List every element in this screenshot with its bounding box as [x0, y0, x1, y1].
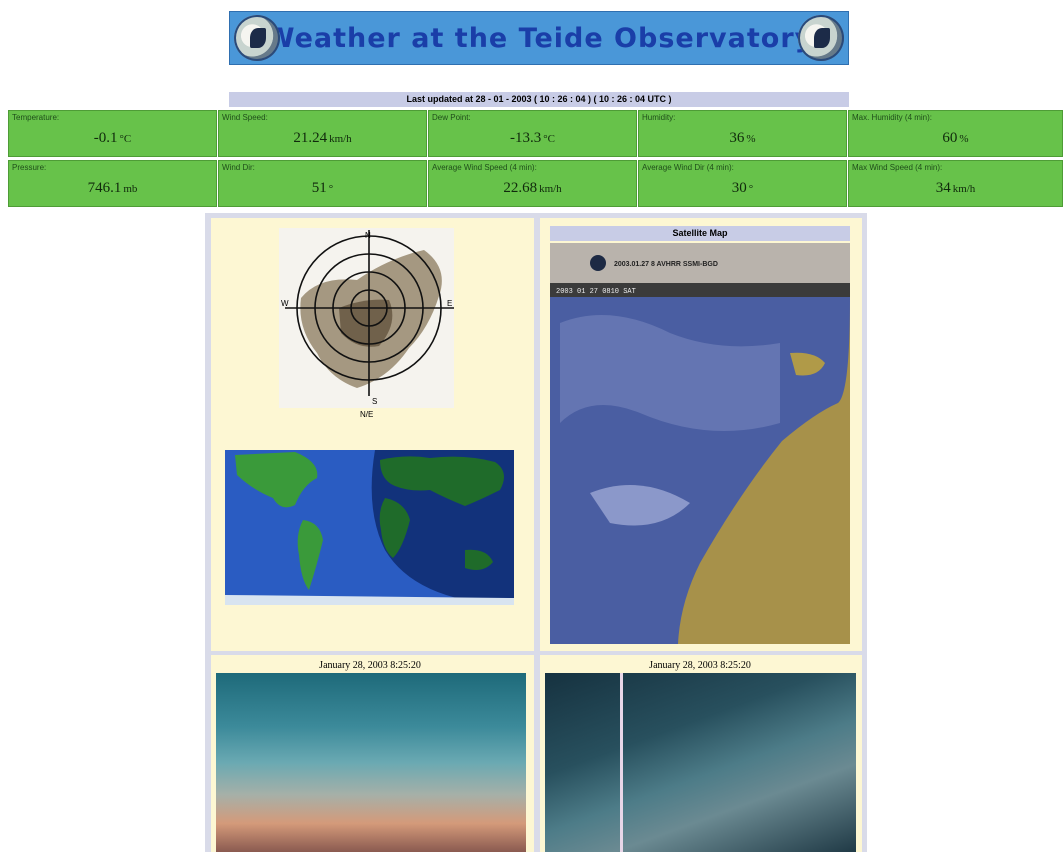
- cell-value: 34 km/h: [935, 180, 976, 196]
- cell-value: 60%: [942, 130, 969, 146]
- webcam-left-image: [216, 673, 526, 852]
- cell-label: Pressure:: [12, 163, 47, 172]
- page-title: Weather at the Teide Observatory: [264, 22, 814, 54]
- cell-value: 51 °: [311, 180, 334, 196]
- wind-rose-e-label: E: [447, 299, 452, 308]
- cell-label: Wind Dir:: [222, 163, 255, 172]
- cell-pressure: Pressure: 746.1 mb: [8, 160, 217, 207]
- cell-value: 746.1 mb: [87, 180, 138, 196]
- measurements-grid: Temperature: -0.1 °C Wind Speed: 21.24 km/…: [8, 110, 1063, 210]
- last-updated-bar: Last updated at 28 - 01 - 2003 ( 10 : 26…: [229, 92, 849, 107]
- cell-value: 21.24 km/h: [293, 130, 352, 146]
- cell-value: 30 °: [731, 180, 754, 196]
- cell-value: -0.1 °C: [93, 130, 132, 146]
- wind-rose-chart: N E S W: [279, 228, 454, 408]
- cell-wind-speed: Wind Speed: 21.24 km/h: [218, 110, 427, 157]
- cell-label: Humidity:: [642, 113, 676, 122]
- observatory-logo-right-icon: [798, 15, 844, 61]
- cell-label: Wind Speed:: [222, 113, 268, 122]
- cell-label: Max Wind Speed (4 min):: [852, 163, 943, 172]
- cell-label: Max. Humidity (4 min):: [852, 113, 933, 122]
- webcam-left-caption: January 28, 2003 8:25:20: [319, 660, 421, 671]
- cell-value: -13.3 °C: [510, 130, 555, 146]
- wind-rose-w-label: W: [281, 299, 289, 308]
- cell-value: 22.68 km/h: [503, 180, 562, 196]
- webcam-right-image: [545, 673, 856, 852]
- webcam-artifact-line: [620, 673, 623, 852]
- satellite-map-title: Satellite Map: [550, 226, 850, 241]
- cell-label: Average Wind Dir (4 min):: [642, 163, 734, 172]
- day-night-world-map: [225, 450, 514, 605]
- cell-wind-dir: Wind Dir: 51 °: [218, 160, 427, 207]
- wind-rose-n-label: N: [365, 231, 371, 240]
- cell-humidity: Humidity: 36%: [638, 110, 847, 157]
- cell-label: Average Wind Speed (4 min):: [432, 163, 537, 172]
- satellite-logo-icon: [590, 255, 606, 271]
- cell-label: Temperature:: [12, 113, 60, 122]
- satellite-strip-text: 2003 01 27 0810 SAT: [556, 288, 636, 296]
- cell-dew-point: Dew Point: -13.3 °C: [428, 110, 637, 157]
- wind-rose-s-label: S: [372, 397, 377, 406]
- title-banner: Weather at the Teide Observatory: [229, 11, 849, 65]
- wind-rose-caption: N/E: [360, 410, 374, 419]
- observatory-logo-left-icon: [234, 15, 280, 61]
- cell-temperature: Temperature: -0.1 °C: [8, 110, 217, 157]
- cell-max-humidity: Max. Humidity (4 min): 60%: [848, 110, 1063, 157]
- webcam-right-caption: January 28, 2003 8:25:20: [649, 660, 751, 671]
- cell-average-wind-speed: Average Wind Speed (4 min): 22.68 km/h: [428, 160, 637, 207]
- cell-max-wind-speed: Max Wind Speed (4 min): 34 km/h: [848, 160, 1063, 207]
- cell-label: Dew Point:: [432, 113, 471, 122]
- cell-value: 36%: [729, 130, 756, 146]
- cell-average-wind-dir: Average Wind Dir (4 min): 30 °: [638, 160, 847, 207]
- satellite-image: 2003.01.27 8 AVHRR SSMI-BGD 2003 01 27 0…: [550, 243, 850, 644]
- satellite-header-text: 2003.01.27 8 AVHRR SSMI-BGD: [614, 261, 718, 268]
